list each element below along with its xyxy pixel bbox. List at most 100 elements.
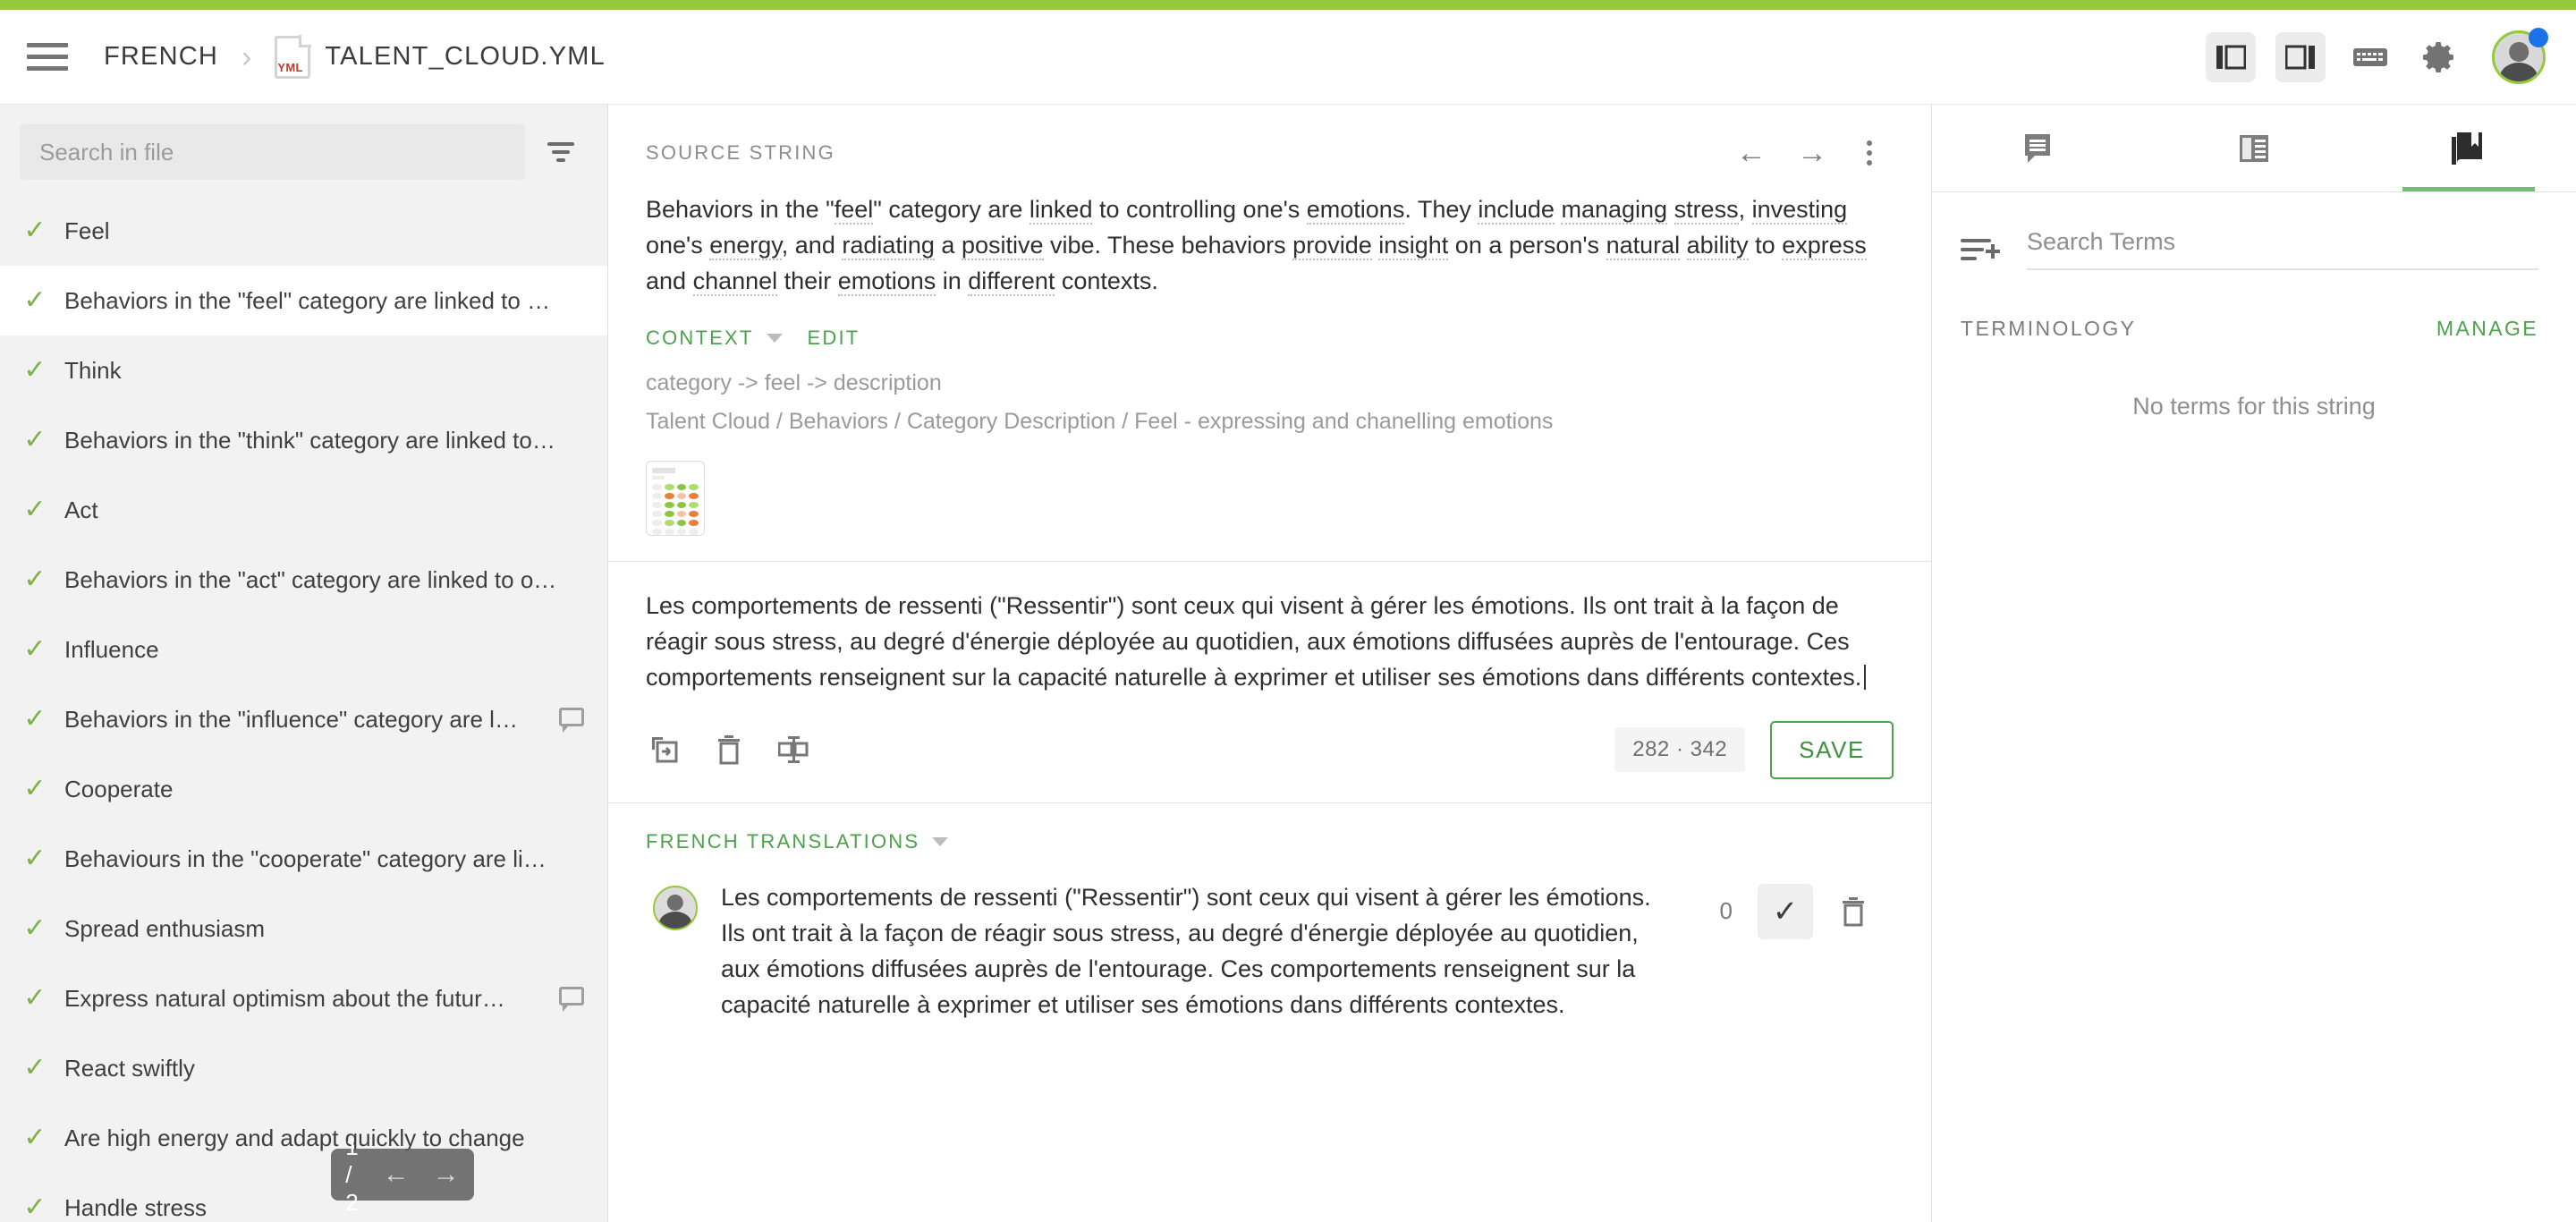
list-item[interactable]: ✓ Feel (0, 196, 607, 266)
check-icon: ✓ (23, 1192, 47, 1222)
list-item[interactable]: ✓ Think (0, 335, 607, 405)
kebab-icon[interactable] (1858, 137, 1881, 169)
list-item[interactable]: ✓ Behaviors in the "think" category are l… (0, 405, 607, 475)
list-item[interactable]: ✓ Handle stress (0, 1173, 607, 1222)
terminology-panel: TERMINOLOGY MANAGE No terms for this str… (1932, 105, 2576, 1222)
list-item[interactable]: ✓ Behaviors in the "influence" category a… (0, 684, 607, 754)
terminology-label: TERMINOLOGY (1961, 317, 2137, 340)
vote-count: 0 (1719, 897, 1733, 925)
prev-string-icon[interactable]: ← (1736, 138, 1767, 168)
list-item-label: Cooperate (64, 775, 174, 802)
list-item-label: Behaviours in the "cooperate" category a… (64, 844, 547, 872)
gear-icon[interactable] (2415, 32, 2465, 82)
check-icon: ✓ (23, 425, 47, 454)
list-item-label: Behaviors in the "think" category are li… (64, 426, 555, 454)
check-icon: ✓ (23, 1053, 47, 1082)
pager-prev-icon[interactable]: ← (383, 1161, 410, 1188)
check-icon: ✓ (23, 216, 47, 245)
avatar[interactable] (2492, 27, 2548, 84)
add-term-icon[interactable] (1961, 232, 2002, 267)
comment-icon[interactable] (559, 987, 584, 1012)
search-terms-field[interactable] (2027, 228, 2538, 270)
list-item-label: Handle stress (64, 1193, 207, 1221)
manage-terminology-button[interactable]: MANAGE (2436, 317, 2538, 341)
check-icon: ✓ (23, 564, 47, 594)
search-in-file-box[interactable] (20, 124, 525, 180)
yml-file-icon-label: YML (277, 60, 303, 74)
check-icon: ✓ (23, 913, 47, 943)
check-icon: ✓ (23, 495, 47, 524)
context-path: category -> feel -> description (646, 369, 942, 395)
delete-translation-icon[interactable] (1829, 887, 1877, 936)
strings-sidebar: ✓ Feel ✓ Behaviors in the "feel" category a… (0, 105, 608, 1222)
check-icon: ✓ (23, 983, 47, 1013)
translation-item-actions: 0 ✓ (1711, 880, 1894, 939)
hamburger-icon[interactable] (27, 39, 68, 75)
main-layout: ✓ Feel ✓ Behaviors in the "feel" category a… (0, 105, 2576, 1222)
tab-translation-memory[interactable] (2147, 105, 2361, 191)
character-count: 282 · 342 (1614, 727, 1746, 773)
context-screenshot-thumbnail[interactable] (646, 460, 705, 536)
split-segment-icon[interactable] (769, 726, 818, 774)
breadcrumb-file[interactable]: YML TALENT_CLOUD.YML (275, 34, 606, 79)
list-item-label: Spread enthusiasm (64, 914, 266, 942)
list-item-label: Think (64, 356, 122, 384)
translation-item-text: Les comportements de ressenti ("Ressenti… (721, 883, 1651, 1018)
app-header: FRENCH › YML TALENT_CLOUD.YML (0, 10, 2576, 105)
list-item-label: Behaviors in the "feel" category are lin… (64, 286, 551, 314)
context-breadcrumb: Talent Cloud / Behaviors / Category Desc… (646, 408, 1554, 434)
comment-icon[interactable] (559, 708, 584, 733)
list-item[interactable]: ✓ Are high energy and adapt quickly to ch… (0, 1103, 607, 1173)
copy-to-target-icon[interactable] (640, 726, 689, 774)
translation-toolbar: 282 · 342 SAVE (608, 696, 1931, 802)
translations-chevron-down-icon[interactable] (932, 836, 949, 846)
layout-left-icon[interactable] (2206, 31, 2256, 82)
brand-top-strip (0, 0, 2576, 10)
keyboard-icon[interactable] (2345, 32, 2395, 82)
save-button[interactable]: SAVE (1770, 720, 1894, 779)
list-item-label: React swiftly (64, 1054, 195, 1082)
source-string-header: SOURCE STRING ← → (608, 105, 1931, 169)
layout-right-icon[interactable] (2275, 31, 2326, 82)
source-string-text: Behaviors in the "feel" category are lin… (646, 196, 1867, 296)
sidebar-search-row (0, 105, 607, 196)
tab-comments[interactable] (1932, 105, 2147, 191)
tab-terminology[interactable] (2361, 105, 2576, 191)
approve-translation-button[interactable]: ✓ (1758, 883, 1813, 939)
list-item[interactable]: ✓ Act (0, 475, 607, 545)
list-item[interactable]: ✓ Behaviours in the "cooperate" category … (0, 824, 607, 894)
check-icon: ✓ (23, 634, 47, 664)
list-item-label: Act (64, 496, 98, 523)
filter-icon[interactable] (541, 132, 580, 172)
search-terms-input[interactable] (2027, 228, 2538, 256)
list-item[interactable]: ✓ Spread enthusiasm (0, 894, 607, 963)
active-tab-indicator (2402, 187, 2535, 191)
list-item[interactable]: ✓ Behaviors in the "feel" category are li… (0, 266, 607, 335)
header-actions (2206, 27, 2548, 84)
source-string-title: SOURCE STRING (646, 141, 835, 164)
list-item-label: Express natural optimism about the futur… (64, 984, 505, 1012)
list-item[interactable]: ✓ Behaviors in the "act" category are lin… (0, 545, 607, 615)
editor-panel: SOURCE STRING ← → Behaviors in the "feel… (608, 105, 1932, 1222)
list-item[interactable]: ✓ Cooperate (0, 754, 607, 824)
list-item-label: Influence (64, 635, 159, 663)
list-item[interactable]: ✓ Express natural optimism about the futu… (0, 963, 607, 1033)
trash-icon[interactable] (705, 726, 753, 774)
list-item[interactable]: ✓ Influence (0, 615, 607, 684)
next-string-icon[interactable]: → (1797, 138, 1827, 168)
pager-next-icon[interactable]: → (433, 1161, 460, 1188)
edit-context-button[interactable]: EDIT (808, 327, 860, 350)
text-caret (1864, 664, 1867, 690)
list-item-label: Are high energy and adapt quickly to cha… (64, 1124, 525, 1151)
pager-label: 1 / 2 (345, 1133, 360, 1216)
list-item[interactable]: ✓ React swiftly (0, 1033, 607, 1103)
context-label: CONTEXT (646, 326, 754, 349)
translations-header: FRENCH TRANSLATIONS (646, 830, 1894, 853)
translation-editor-text: Les comportements de ressenti ("Ressenti… (646, 591, 1862, 691)
notification-badge (2529, 27, 2548, 47)
chevron-down-icon[interactable] (766, 333, 783, 343)
breadcrumb-language[interactable]: FRENCH (104, 42, 218, 72)
translation-editor[interactable]: Les comportements de ressenti ("Ressenti… (608, 562, 1931, 696)
search-input[interactable] (39, 138, 505, 166)
check-icon: ✓ (23, 704, 47, 734)
